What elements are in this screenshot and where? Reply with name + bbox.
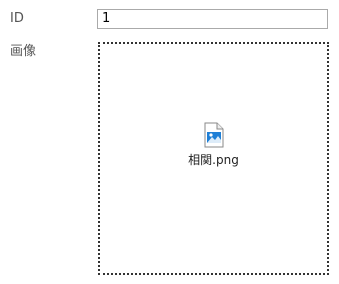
- id-label: ID: [10, 11, 24, 26]
- image-dropzone[interactable]: 相関.png: [98, 42, 329, 275]
- uploaded-file[interactable]: 相関.png: [174, 122, 254, 168]
- id-field[interactable]: 1: [97, 9, 328, 29]
- image-file-icon: [204, 122, 223, 148]
- image-label: 画像: [10, 44, 37, 59]
- file-name: 相関.png: [188, 153, 239, 167]
- image-upload-form: ID 1 画像 相関.png: [0, 0, 339, 284]
